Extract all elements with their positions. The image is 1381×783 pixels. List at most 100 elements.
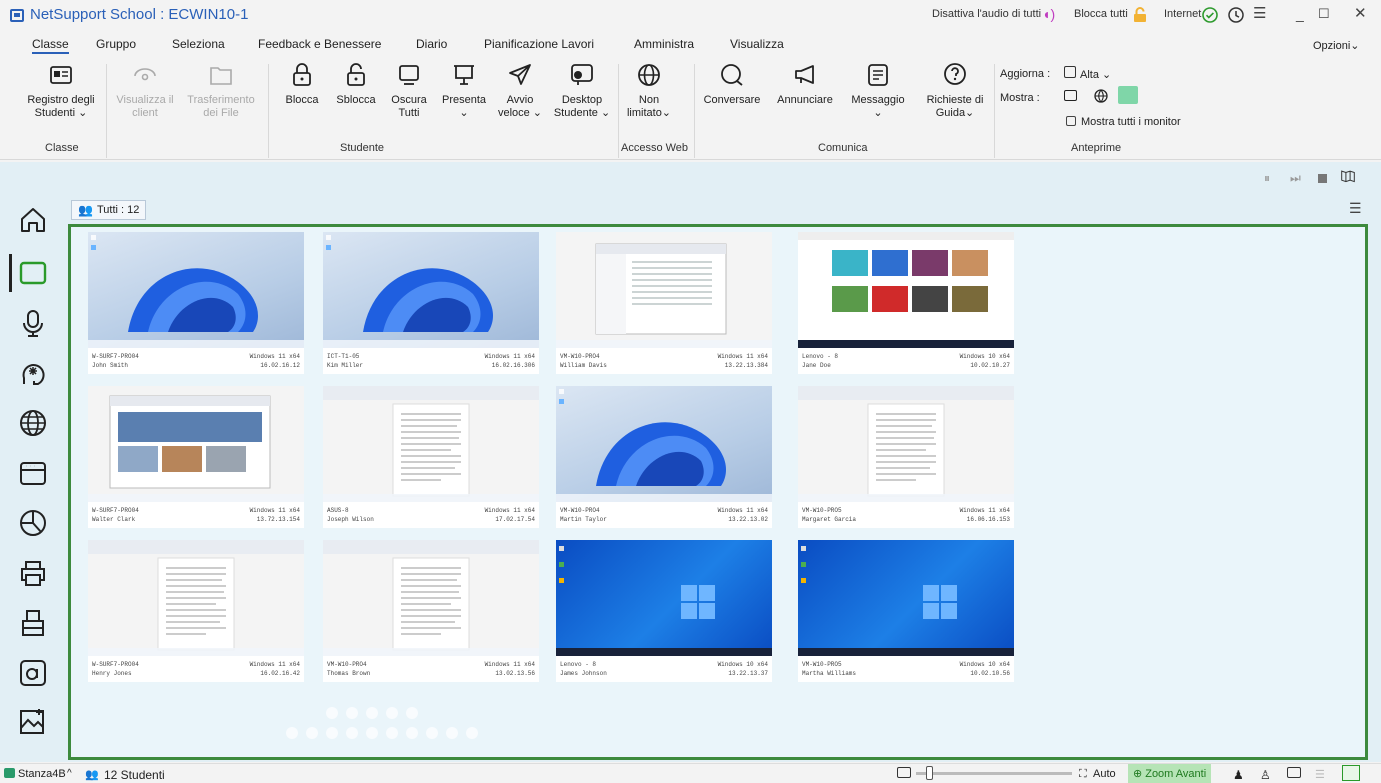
tab-seleziona[interactable]: Seleziona [172, 37, 225, 51]
group-label-anteprime: Anteprime [1071, 142, 1122, 154]
lock-all-button[interactable]: Blocca tutti [1074, 8, 1128, 20]
student-thumbnail[interactable]: W-SURF7-PRO04 Walter Clark Windows 11 x64 1… [88, 386, 304, 528]
student-machine: VM-W10-PRO5 [802, 661, 842, 668]
tab-classe[interactable]: Classe [32, 37, 69, 54]
globe-icon[interactable] [18, 408, 48, 438]
list-view-icon[interactable]: ☰ [1315, 768, 1325, 781]
internet-button[interactable]: Internet [1164, 8, 1201, 20]
mute-all-button[interactable]: Disattiva l'audio di tutti [932, 8, 1041, 20]
student-thumbnail[interactable]: VM-W10-PRO4 William Davis Windows 11 x64 13… [556, 232, 772, 374]
student-screen-preview[interactable] [88, 540, 304, 656]
student-thumbnail[interactable]: W-SURF7-PRO04 Henry Jones Windows 11 x64 16… [88, 540, 304, 682]
home-icon[interactable] [18, 205, 48, 235]
microphone-icon[interactable] [18, 308, 48, 338]
fit-icon[interactable]: ⛶ [1079, 768, 1087, 781]
auto-fit-button[interactable]: Auto [1093, 768, 1116, 780]
text-box-icon[interactable] [18, 658, 48, 688]
monitor-icon[interactable] [1287, 767, 1301, 778]
speaker-icon[interactable]: ◖) [1042, 7, 1055, 21]
tab-visualizza[interactable]: Visualizza [730, 37, 784, 51]
students-icon[interactable]: ♟ [1233, 768, 1244, 782]
student-thumbnail[interactable]: Lenovo - 8 Jane Doe Windows 10 x64 10.02.10… [798, 232, 1014, 374]
padlock-icon[interactable] [1133, 7, 1147, 23]
clock-icon[interactable] [1228, 7, 1244, 23]
zoom-in-button[interactable]: ⊕ Zoom Avanti [1128, 764, 1212, 783]
printer-icon[interactable] [18, 558, 48, 588]
student-os: Windows 10 x64 [717, 661, 768, 668]
student-thumbnail[interactable]: W-SURF7-PRO04 John Smith Windows 11 x64 16.… [88, 232, 304, 374]
brain-icon[interactable] [18, 358, 48, 388]
room-name[interactable]: Stanza4B [18, 768, 66, 780]
calendar-icon[interactable] [18, 458, 48, 488]
student-thumbnail[interactable]: Lenovo - 8 James Johnson Windows 10 x64 13.… [556, 540, 772, 682]
show-app-icon[interactable] [1118, 86, 1138, 104]
image-gallery-icon[interactable] [18, 706, 48, 736]
tab-amministra[interactable]: Amministra [634, 37, 694, 51]
stop-icon[interactable] [1318, 174, 1327, 183]
pie-chart-icon[interactable] [18, 508, 48, 538]
student-name: Martha Williams [802, 670, 857, 677]
tab-diario[interactable]: Diario [416, 37, 447, 51]
tab-pianificazione[interactable]: Pianificazione Lavori [484, 37, 594, 51]
small-thumb-icon[interactable] [897, 767, 911, 778]
check-circle-icon[interactable] [1202, 7, 1218, 23]
student-screen-preview[interactable] [323, 232, 539, 348]
video-site-window [798, 232, 1014, 348]
chat-button[interactable]: Conversare [697, 62, 767, 107]
device-icon[interactable] [18, 608, 48, 638]
student-screen-preview[interactable] [323, 386, 539, 502]
student-desktop-button[interactable]: Desktop Studente ⌄ [547, 62, 617, 120]
decorative-dot [386, 707, 398, 719]
monitor-view-icon[interactable] [18, 258, 48, 288]
student-screen-preview[interactable] [798, 540, 1014, 656]
hamburger-menu-icon[interactable]: ☰ [1253, 6, 1266, 21]
close-icon[interactable]: ✕ [1354, 6, 1367, 21]
ribbon: Registro degli Studenti ⌄ Classe Visuali… [0, 56, 1381, 160]
zoom-slider-thumb[interactable] [926, 766, 933, 780]
help-request-button[interactable]: Richieste di Guida⌄ [920, 62, 990, 120]
announce-button[interactable]: Annunciare [770, 62, 840, 107]
student-version: 16.02.16.42 [260, 670, 300, 677]
show-web-icon[interactable] [1094, 89, 1108, 103]
group-chip-all[interactable]: 👥 Tutti : 12 [71, 200, 147, 220]
student-screen-preview[interactable] [88, 386, 304, 502]
zoom-slider-track[interactable] [916, 772, 1072, 775]
quick-launch-button[interactable]: Avvio veloce ⌄ [485, 62, 555, 120]
student-register-button[interactable]: Registro degli Studenti ⌄ [26, 62, 96, 120]
message-button[interactable]: Messaggio ⌄ [843, 62, 913, 120]
student-screen-preview[interactable] [798, 232, 1014, 348]
options-menu[interactable]: Opzioni⌄ [1313, 39, 1360, 52]
student-thumbnail[interactable]: VM-W10-PRO4 Thomas Brown Windows 11 x64 13.… [323, 540, 539, 682]
student-screen-preview[interactable] [798, 386, 1014, 502]
student-thumbnail[interactable]: ASUS-8 Joseph Wilson Windows 11 x64 17.02.1… [323, 386, 539, 528]
student-thumbnail[interactable]: VM-W10-PRO5 Martha Williams Windows 10 x64… [798, 540, 1014, 682]
file-transfer-button[interactable]: Trasferimento dei File [186, 62, 256, 120]
student-screen-preview[interactable] [556, 386, 772, 502]
pause-icon[interactable]: ⏸ [1264, 171, 1278, 185]
show-all-monitors-checkbox[interactable] [1066, 116, 1076, 126]
user-icon[interactable]: ♙ [1260, 768, 1271, 782]
show-window-icon[interactable] [1064, 90, 1077, 101]
student-thumbnail[interactable]: ICT-T1-05 Kim Miller Windows 11 x64 16.02.1… [323, 232, 539, 374]
thumbnail-view-icon[interactable] [1342, 765, 1360, 781]
map-view-icon[interactable] [1341, 169, 1355, 183]
student-screen-preview[interactable] [323, 540, 539, 656]
decorative-dot [306, 727, 318, 739]
web-access-button[interactable]: Non limitato⌄ [614, 62, 684, 120]
tab-feedback[interactable]: Feedback e Benessere [258, 37, 381, 51]
student-thumbnail[interactable]: VM-W10-PRO5 Margaret Garcia Windows 11 x64… [798, 386, 1014, 528]
student-thumbnail[interactable]: VM-W10-PRO4 Martin Taylor Windows 11 x64 13… [556, 386, 772, 528]
student-screen-preview[interactable] [88, 232, 304, 348]
student-screen-preview[interactable] [556, 232, 772, 348]
grid-menu-icon[interactable]: ☰ [1349, 200, 1363, 216]
step-forward-icon[interactable]: ⏭ [1290, 171, 1304, 185]
view-client-button[interactable]: Visualizza il client [110, 62, 180, 120]
minimize-icon[interactable]: _ [1296, 7, 1304, 21]
refresh-rate-dropdown[interactable]: Alta ⌄ [1080, 68, 1111, 81]
room-chevron-icon[interactable]: ^ [67, 768, 72, 779]
tab-gruppo[interactable]: Gruppo [96, 37, 136, 51]
student-version: 10.02.10.27 [970, 362, 1010, 369]
view-client-icon [134, 68, 156, 81]
student-screen-preview[interactable] [556, 540, 772, 656]
maximize-icon[interactable]: ☐ [1318, 7, 1330, 21]
